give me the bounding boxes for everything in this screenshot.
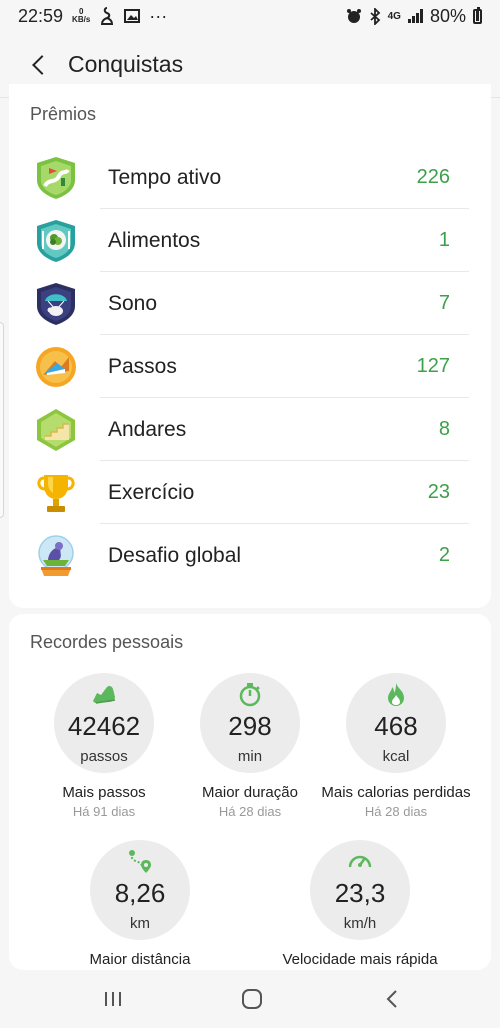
personal-records-card: Recordes pessoais 42462 passos Mais pass…: [9, 614, 491, 970]
record-unit: passos: [80, 748, 128, 765]
award-count: 23: [427, 481, 450, 503]
net-speed-indicator: 0 KB/s: [72, 8, 90, 24]
award-label: Passos: [108, 355, 177, 378]
record-date: Há 28 dias: [218, 804, 282, 819]
record-value: 23,3: [334, 878, 386, 908]
award-count: 2: [438, 544, 450, 566]
shoe-icon: [93, 685, 116, 704]
record-label: Mais passos: [62, 784, 146, 801]
record-circle: 23,3 km/h: [310, 840, 410, 940]
page-title: Conquistas: [68, 51, 184, 77]
award-count: 7: [438, 292, 450, 314]
trophy-icon: [37, 475, 75, 512]
record-label: Velocidade mais rápida: [282, 951, 438, 968]
global-challenge-badge-icon: [38, 535, 74, 576]
record-value: 468: [374, 711, 418, 741]
award-label: Alimentos: [108, 229, 201, 252]
record-unit: min: [237, 748, 263, 765]
award-row-steps[interactable]: Passos 127: [9, 335, 491, 398]
record-value: 42462: [67, 711, 141, 741]
record-unit: km/h: [343, 915, 377, 932]
record-circle: 8,26 km: [90, 840, 190, 940]
record-circle: 42462 passos: [54, 673, 154, 773]
system-navigation-bar: [0, 970, 500, 1028]
flame-icon: [388, 683, 404, 706]
awards-card: Prêmios Tempo ativo 226 Alimentos 1 Sono…: [9, 84, 491, 608]
food-badge-icon: [37, 220, 75, 262]
edge-panel-handle[interactable]: [0, 322, 4, 518]
award-label: Desafio global: [108, 544, 242, 567]
award-row-active-time[interactable]: Tempo ativo 226: [9, 146, 491, 209]
award-label: Exercício: [108, 481, 195, 504]
alarm-icon: [346, 9, 361, 23]
speedometer-icon: [348, 855, 372, 868]
record-unit: kcal: [382, 748, 410, 765]
award-row-sleep[interactable]: Sono 7: [9, 272, 491, 335]
recent-apps-icon[interactable]: [98, 984, 128, 1014]
active-time-badge-icon: [37, 157, 75, 199]
record-most-steps[interactable]: 42462 passos Mais passos Há 91 dias: [29, 673, 179, 823]
award-count: 1: [438, 229, 450, 251]
awards-section-title: Prêmios: [30, 104, 97, 124]
award-count: 8: [438, 418, 450, 440]
award-count: 226: [416, 166, 450, 188]
battery-icon: [473, 6, 482, 24]
record-unit: km: [130, 915, 150, 932]
back-arrow-icon[interactable]: [28, 53, 52, 77]
status-bar: 22:59 0 KB/s ··· 4G 80%: [0, 0, 500, 32]
record-date: Há 28 dias: [364, 804, 428, 819]
award-row-global-challenge[interactable]: Desafio global 2: [9, 524, 491, 587]
sleep-badge-icon: [37, 283, 75, 325]
award-row-exercise[interactable]: Exercício 23: [9, 461, 491, 524]
award-count: 127: [416, 355, 450, 377]
home-icon[interactable]: [237, 984, 267, 1014]
award-label: Andares: [108, 418, 187, 441]
record-value: 298: [228, 711, 272, 741]
award-label: Tempo ativo: [108, 166, 222, 189]
steps-badge-icon: [36, 347, 76, 387]
stopwatch-icon: [239, 683, 261, 707]
floors-badge-icon: [37, 409, 75, 451]
record-circle: 468 kcal: [346, 673, 446, 773]
notification-app-icon: [101, 7, 114, 25]
record-fastest-speed[interactable]: 23,3 km/h Velocidade mais rápida: [282, 840, 438, 970]
record-value: 8,26: [114, 878, 166, 908]
record-circle: 298 min: [200, 673, 300, 773]
record-label: Mais calorias perdidas: [321, 784, 471, 801]
battery-percent: 80%: [429, 5, 466, 26]
record-longest-distance[interactable]: 8,26 km Maior distância: [65, 840, 215, 970]
record-label: Maior distância: [89, 951, 191, 968]
record-label: Maior duração: [202, 784, 298, 801]
net-speed-unit: KB/s: [72, 15, 91, 24]
record-most-calories[interactable]: 468 kcal Mais calorias perdidas Há 28 di…: [321, 673, 471, 823]
record-date: Há 91 dias: [72, 804, 136, 819]
status-time: 22:59: [18, 5, 64, 26]
record-longest-duration[interactable]: 298 min Maior duração Há 28 dias: [175, 673, 325, 823]
nav-back-icon[interactable]: [377, 984, 407, 1014]
more-notifications-icon: ···: [149, 5, 168, 26]
route-icon: [129, 850, 151, 873]
image-icon: [124, 9, 141, 23]
bluetooth-icon: [370, 7, 380, 25]
award-row-floors[interactable]: Andares 8: [9, 398, 491, 461]
records-section-title: Recordes pessoais: [30, 632, 184, 652]
signal-icon: [407, 9, 423, 23]
network-type: 4G: [387, 10, 401, 22]
award-label: Sono: [108, 292, 158, 315]
award-row-food[interactable]: Alimentos 1: [9, 209, 491, 272]
